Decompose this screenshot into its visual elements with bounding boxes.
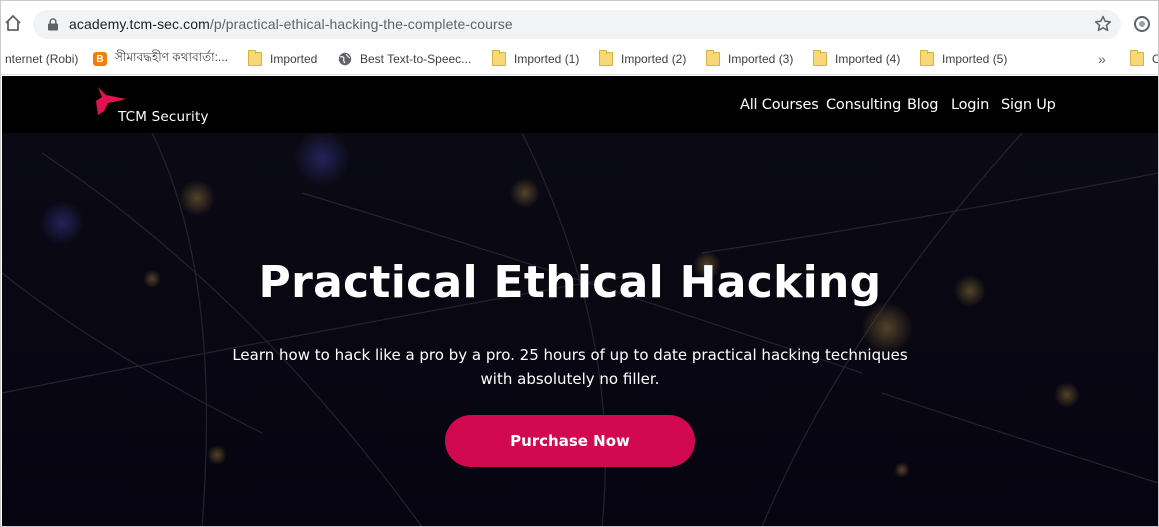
bookmark-star-icon[interactable] <box>1093 14 1113 34</box>
bookmark-label: nternet (Robi) <box>5 52 79 66</box>
tcm-site: TCM Security All Courses Consulting Blog… <box>2 76 1158 526</box>
bookmark-label: Imported (2) <box>621 52 687 66</box>
bookmark-internet-robi[interactable]: nternet (Robi) <box>5 49 78 69</box>
nav-consulting[interactable]: Consulting <box>826 97 901 113</box>
tcm-logo[interactable]: TCM Security <box>92 85 222 129</box>
hero-subtitle: Learn how to hack like a pro by a pro. 2… <box>2 343 1138 391</box>
nav-sign-up[interactable]: Sign Up <box>1001 97 1056 113</box>
bookmark-other[interactable]: O <box>1130 49 1158 69</box>
extension-icon[interactable] <box>1133 15 1151 33</box>
folder-icon <box>599 50 613 66</box>
bookmark-text-to-speech[interactable]: Best Text-to-Speec... <box>338 49 471 69</box>
hero-network-background <box>2 133 1158 526</box>
bookmark-label: O <box>1152 52 1158 66</box>
browser-window: academy.tcm-sec.com/p/practical-ethical-… <box>0 0 1159 527</box>
bookmark-label: Imported (5) <box>942 52 1008 66</box>
purchase-now-button[interactable]: Purchase Now <box>445 415 695 467</box>
blogger-icon: B <box>93 52 107 66</box>
bookmark-label: Imported <box>270 52 318 66</box>
bookmark-imported-4[interactable]: Imported (4) <box>813 49 900 69</box>
hero-subtitle-line-1: Learn how to hack like a pro by a pro. 2… <box>232 346 908 364</box>
bookmark-label: সীমাবদ্ধহীণ কথাবার্তা:... <box>115 50 228 64</box>
bookmark-blog[interactable]: B সীমাবদ্ধহীণ কথাবার্তা:... <box>93 49 228 69</box>
folder-icon <box>920 50 934 66</box>
folder-icon <box>1130 50 1144 66</box>
bookmarks-overflow-chevron-icon[interactable]: » <box>1098 51 1106 67</box>
bookmark-imported[interactable]: Imported <box>248 49 317 69</box>
bookmark-label: Imported (4) <box>835 52 901 66</box>
nav-login[interactable]: Login <box>951 97 989 113</box>
folder-icon <box>706 50 720 66</box>
bookmark-imported-5[interactable]: Imported (5) <box>920 49 1007 69</box>
nav-all-courses[interactable]: All Courses <box>740 97 819 113</box>
bookmark-imported-3[interactable]: Imported (3) <box>706 49 793 69</box>
bookmarks-bar: nternet (Robi) B সীমাবদ্ধহীণ কথাবার্তা:.… <box>1 43 1158 75</box>
omnibox[interactable]: academy.tcm-sec.com/p/practical-ethical-… <box>33 10 1121 39</box>
address-bar-row: academy.tcm-sec.com/p/practical-ethical-… <box>1 1 1158 43</box>
url-text[interactable]: academy.tcm-sec.com/p/practical-ethical-… <box>69 16 513 32</box>
bookmark-label: Imported (3) <box>728 52 794 66</box>
globe-icon <box>338 52 352 66</box>
lock-icon[interactable] <box>47 18 59 31</box>
url-host: academy.tcm-sec.com <box>69 16 210 32</box>
url-path: /p/practical-ethical-hacking-the-complet… <box>209 16 513 32</box>
bookmark-imported-2[interactable]: Imported (2) <box>599 49 686 69</box>
hero-subtitle-line-2: with absolutely no filler. <box>480 370 660 388</box>
home-icon[interactable] <box>3 13 23 33</box>
bookmark-label: Best Text-to-Speec... <box>360 52 472 66</box>
folder-icon <box>813 50 827 66</box>
bookmark-label: Imported (1) <box>514 52 580 66</box>
nav-blog[interactable]: Blog <box>907 97 938 113</box>
folder-icon <box>492 50 506 66</box>
folder-icon <box>248 50 262 66</box>
bookmark-imported-1[interactable]: Imported (1) <box>492 49 579 69</box>
hero-title: Practical Ethical Hacking <box>258 257 882 308</box>
logo-text: TCM Security <box>118 109 209 125</box>
site-navbar: TCM Security All Courses Consulting Blog… <box>2 76 1158 133</box>
